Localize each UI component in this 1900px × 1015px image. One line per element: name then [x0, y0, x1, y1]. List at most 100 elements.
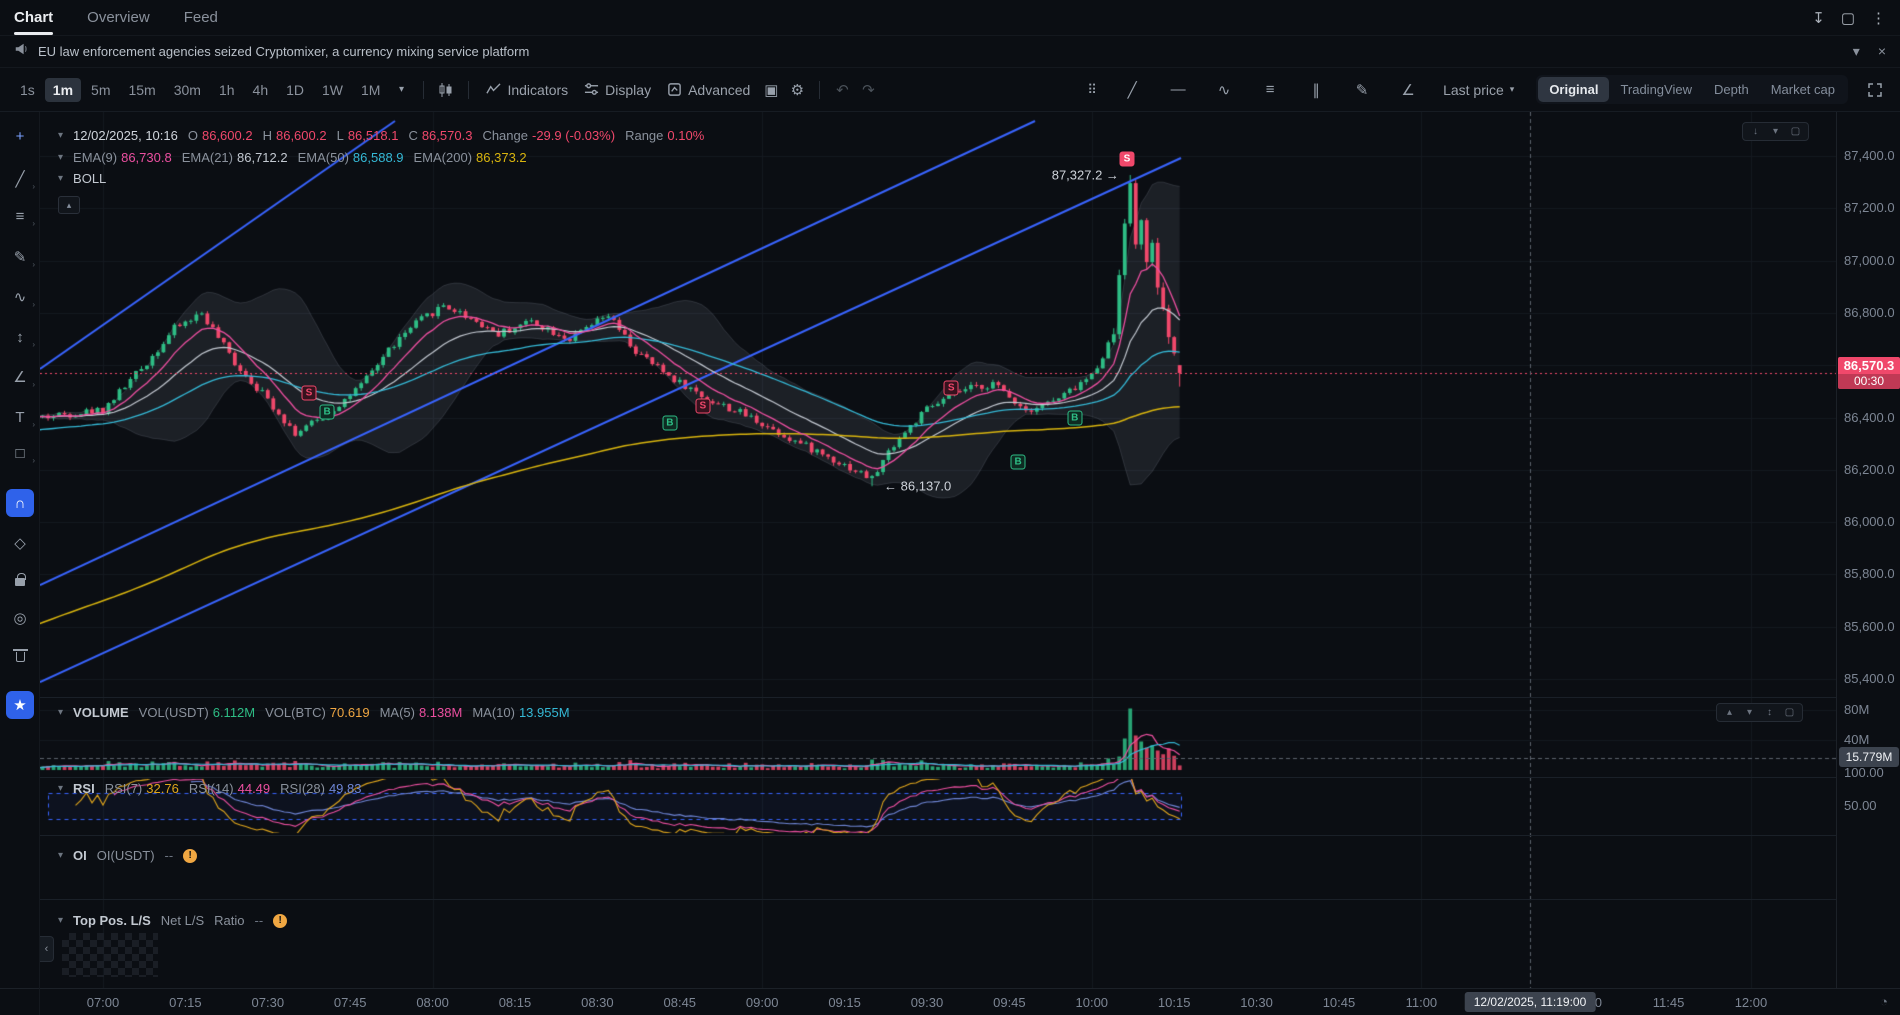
tool-expand-chevron-icon: ›: [32, 420, 35, 429]
oi-title: OI: [73, 848, 87, 863]
time-axis[interactable]: 12/02/2025, 11:19:00 ◔ 07:0007:1507:3007…: [0, 988, 1900, 1015]
timeframe-30m[interactable]: 30m: [166, 78, 209, 102]
draw-mode-tool-icon[interactable]: ◇: [6, 529, 34, 557]
news-close-icon[interactable]: ×: [1878, 43, 1886, 60]
timeframe-1M[interactable]: 1M: [353, 78, 388, 102]
app-popout-icon[interactable]: ↧: [1812, 9, 1825, 27]
price-chart-canvas[interactable]: [40, 112, 1836, 988]
move-pane-up-icon[interactable]: ▴: [1721, 705, 1738, 720]
maximize-pane-icon[interactable]: ▢: [1781, 705, 1798, 720]
timeframe-5m[interactable]: 5m: [83, 78, 118, 102]
legend-chevron-icon[interactable]: ▾: [58, 173, 63, 184]
tab-chart[interactable]: Chart: [14, 0, 53, 35]
collapse-pane-icon[interactable]: ▾: [1767, 124, 1784, 139]
long-short-position-tool-icon[interactable]: ↕›: [6, 323, 34, 351]
hide-drawings-tool-icon[interactable]: ◎: [6, 604, 34, 632]
favorites-tool-icon[interactable]: ★: [6, 691, 34, 719]
brush-tool-icon[interactable]: ✎›: [6, 243, 34, 271]
ruler-tool-icon[interactable]: ∠›: [6, 363, 34, 391]
display-settings-icon: [584, 82, 599, 97]
magnet-tool-icon[interactable]: ∩: [6, 489, 34, 517]
display-button[interactable]: Display: [576, 78, 659, 102]
legend-chevron-icon[interactable]: ▾: [58, 915, 63, 926]
net-ls-label[interactable]: Net L/S: [161, 913, 204, 928]
pane-divider[interactable]: [40, 697, 1836, 698]
quick-brush-icon[interactable]: ✎: [1349, 77, 1375, 103]
lock-drawings-tool-icon[interactable]: [6, 568, 34, 596]
view-mode-market-cap[interactable]: Market cap: [1760, 77, 1846, 102]
legend-chevron-icon[interactable]: ▾: [58, 130, 63, 141]
top-pos-ls-label[interactable]: Top Pos. L/S: [73, 913, 151, 928]
pane-divider[interactable]: [40, 777, 1836, 778]
text-tool-icon[interactable]: T›: [6, 403, 34, 431]
collapse-left-panel-button[interactable]: ‹: [40, 936, 54, 962]
maximize-pane-icon[interactable]: ▢: [1787, 124, 1804, 139]
timeframe-1s[interactable]: 1s: [12, 78, 43, 102]
price-axis[interactable]: 86,570.3 00:30 15.779M 87,400.087,200.08…: [1836, 112, 1900, 988]
price-tick-label: 87,200.0: [1844, 200, 1895, 215]
timeframe-1h[interactable]: 1h: [211, 78, 243, 102]
news-chevron-down-icon[interactable]: ▾: [1853, 43, 1860, 60]
layout-compare-icon[interactable]: ▣: [758, 77, 784, 103]
advanced-button[interactable]: Advanced: [659, 78, 758, 102]
pane-divider[interactable]: [40, 899, 1836, 900]
oi-warning-icon[interactable]: !: [183, 849, 197, 863]
scroll-to-latest-icon[interactable]: ↓: [1747, 124, 1764, 139]
time-tick-label: 10:00: [1062, 995, 1122, 1010]
legend-chevron-icon[interactable]: ▾: [58, 707, 63, 718]
quick-hline-icon[interactable]: ―: [1165, 77, 1191, 103]
timeframe-1m[interactable]: 1m: [45, 78, 81, 102]
tool-expand-chevron-icon: ›: [32, 340, 35, 349]
pattern-tool-icon[interactable]: ∿›: [6, 283, 34, 311]
candle-countdown: 00:30: [1838, 374, 1900, 389]
rsi-tick-label: 100.00: [1844, 765, 1884, 780]
timeframe-1D[interactable]: 1D: [278, 78, 312, 102]
rsi-values: RSI(7)32.76RSI(14)44.49RSI(28)49.83: [105, 781, 362, 796]
ratio-legend: ▾ Top Pos. L/S Net L/S Ratio -- !: [58, 913, 287, 928]
oi-legend: ▾ OI OI(USDT) -- !: [58, 848, 197, 863]
shapes-tool-icon[interactable]: □›: [6, 439, 34, 467]
indicators-button[interactable]: Indicators: [478, 78, 576, 102]
quick-channel-icon[interactable]: ∥: [1303, 77, 1329, 103]
chart-type-icon[interactable]: [433, 77, 459, 103]
legend-chevron-icon[interactable]: ▾: [58, 850, 63, 861]
ratio-warning-icon[interactable]: !: [273, 914, 287, 928]
quick-fib-icon[interactable]: ≡: [1257, 77, 1283, 103]
delete-drawings-tool-icon[interactable]: [6, 643, 34, 671]
fibonacci-tool-icon[interactable]: ≡›: [6, 202, 34, 230]
fullscreen-icon[interactable]: [1862, 77, 1888, 103]
trendline-tool-icon[interactable]: ╱›: [6, 165, 34, 193]
view-mode-original[interactable]: Original: [1538, 77, 1609, 102]
timeframe-15m[interactable]: 15m: [120, 78, 163, 102]
timeframe-dropdown-icon[interactable]: ▾: [388, 77, 414, 103]
timeframe-4h[interactable]: 4h: [245, 78, 277, 102]
app-menu-icon[interactable]: ⋮: [1871, 9, 1886, 27]
tab-feed[interactable]: Feed: [184, 0, 218, 35]
timeframe-1W[interactable]: 1W: [314, 78, 351, 102]
app-maximize-icon[interactable]: ▢: [1841, 9, 1855, 27]
ratio-label[interactable]: Ratio: [214, 913, 244, 928]
quick-angle-icon[interactable]: ∠: [1395, 77, 1421, 103]
quick-line-icon[interactable]: ╱: [1119, 77, 1145, 103]
legend-chevron-icon[interactable]: ▾: [58, 152, 63, 163]
collapse-indicators-button[interactable]: ▴: [58, 196, 80, 214]
pane-divider[interactable]: [40, 835, 1836, 836]
view-mode-tradingview[interactable]: TradingView: [1609, 77, 1703, 102]
redo-icon[interactable]: ↷: [855, 77, 881, 103]
undo-icon[interactable]: ↶: [829, 77, 855, 103]
view-mode-depth[interactable]: Depth: [1703, 77, 1760, 102]
restore-pane-icon[interactable]: ↕: [1761, 705, 1778, 720]
clock-icon[interactable]: ◔: [1880, 994, 1888, 1009]
drag-grip-icon[interactable]: ⠿: [1079, 77, 1105, 103]
tab-overview[interactable]: Overview: [87, 0, 150, 35]
price-tick-label: 85,400.0: [1844, 671, 1895, 686]
quick-wave-icon[interactable]: ∿: [1211, 77, 1237, 103]
timeframe-group: 1s1m5m15m30m1h4h1D1W1M: [12, 78, 388, 102]
settings-gear-icon[interactable]: ⚙: [784, 77, 810, 103]
rsi-legend: ▾ RSI RSI(7)32.76RSI(14)44.49RSI(28)49.8…: [58, 781, 362, 796]
cursor-tool-icon[interactable]: +: [6, 122, 34, 150]
legend-chevron-icon[interactable]: ▾: [58, 783, 63, 794]
move-pane-down-icon[interactable]: ▾: [1741, 705, 1758, 720]
last-price-dropdown[interactable]: Last price▾: [1435, 78, 1522, 102]
ema-legend: ▾ EMA(9)86,730.8EMA(21)86,712.2EMA(50)86…: [58, 150, 527, 165]
